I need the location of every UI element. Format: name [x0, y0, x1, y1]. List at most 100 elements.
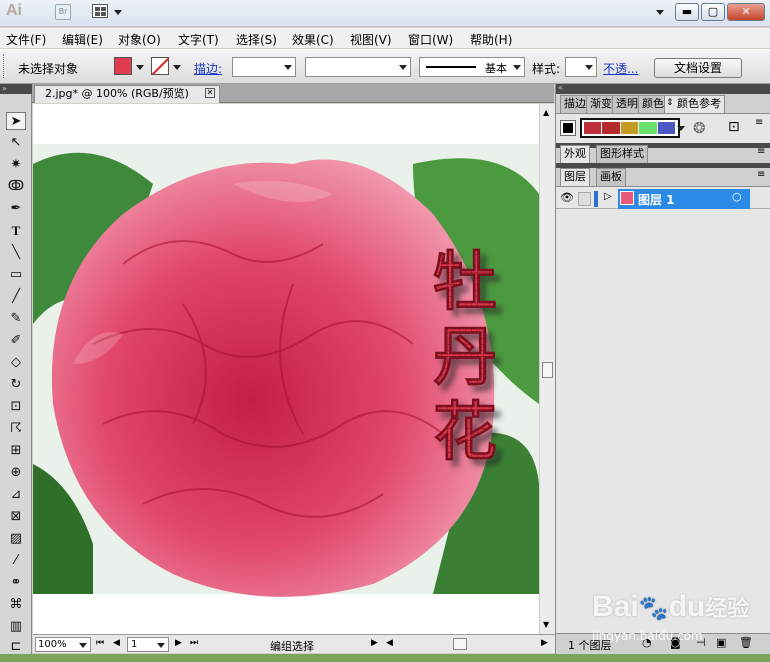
fill-chevron-down-icon[interactable] [136, 65, 144, 70]
tab-artboards[interactable]: 画板 [596, 168, 626, 186]
layer-row[interactable]: 👁 ▷ 图层 1 ○ [556, 189, 770, 209]
first-page-icon[interactable]: ⏮ [96, 638, 104, 648]
scroll-up-icon[interactable]: ▲ [543, 108, 549, 117]
horizontal-scroll-thumb[interactable] [453, 638, 467, 650]
brush-label: 基本 [485, 62, 507, 75]
menu-file[interactable]: 文件(F) [6, 31, 46, 48]
tools-collapse-icon[interactable]: » [0, 84, 32, 94]
paintbrush-tool-icon[interactable]: ╱ [6, 288, 26, 306]
harmony-swatch[interactable] [602, 122, 621, 134]
selection-tool-icon[interactable]: ➤ [6, 112, 26, 130]
document-tab[interactable]: 2.jpg* @ 100% (RGB/预览) [34, 85, 220, 103]
vertical-scrollbar[interactable]: ▲ ▼ [539, 104, 555, 634]
zoom-field[interactable]: 100% [35, 637, 91, 652]
harmony-swatch[interactable] [584, 122, 603, 134]
artboard-canvas[interactable]: 牡 丹 花 [33, 104, 539, 634]
layer-color-indicator [594, 191, 598, 207]
harmony-swatch[interactable] [639, 122, 658, 134]
opacity-link[interactable]: 不透... [603, 60, 638, 77]
eraser-tool-icon[interactable]: ◇ [6, 354, 26, 372]
close-tab-icon[interactable]: ✕ [205, 88, 215, 98]
status-menu-icon[interactable]: ▶ [371, 638, 378, 648]
scale-tool-icon[interactable]: ⊡ [6, 398, 26, 416]
page-field[interactable]: 1 [127, 637, 169, 652]
status-mode[interactable]: 编组选择 [270, 638, 314, 654]
dock-expand-icon[interactable]: « [558, 83, 563, 92]
harmony-swatch[interactable] [620, 122, 640, 134]
lock-toggle[interactable] [578, 192, 591, 206]
expand-triangle-icon[interactable]: ▷ [604, 191, 612, 202]
column-graph-tool-icon[interactable]: ▥ [6, 618, 26, 636]
pen-tool-icon[interactable]: ✒ [6, 200, 26, 218]
document-setup-button[interactable]: 文档设置 [654, 58, 742, 78]
scroll-right-icon[interactable]: ▶ [541, 638, 548, 648]
eyedropper-tool-icon[interactable]: ⁄ [6, 552, 26, 570]
pencil-tool-icon[interactable]: ✎ [6, 310, 26, 328]
next-page-icon[interactable]: ▶ [175, 638, 182, 648]
vertical-scroll-thumb[interactable] [542, 362, 553, 378]
save-swatches-icon[interactable]: ⊡ [728, 119, 740, 135]
harmony-swatches[interactable] [580, 118, 680, 138]
menu-select[interactable]: 选择(S) [236, 31, 277, 48]
tab-graphic-styles[interactable]: 图形样式 [596, 145, 648, 163]
shape-builder-tool-icon[interactable]: ⊕ [6, 464, 26, 482]
direct-selection-tool-icon[interactable]: ↖ [6, 134, 26, 152]
minimize-button[interactable]: ▬ [675, 3, 699, 21]
tab-appearance[interactable]: 外观 [560, 145, 590, 163]
scroll-left-icon[interactable]: ◀ [386, 638, 393, 648]
panel-menu-icon[interactable]: ≡ [755, 117, 763, 128]
menu-view[interactable]: 视图(V) [350, 31, 392, 48]
blob-brush-tool-icon[interactable]: ✐ [6, 332, 26, 350]
prev-page-icon[interactable]: ◀ [113, 638, 120, 648]
menu-help[interactable]: 帮助(H) [470, 31, 512, 48]
stroke-label[interactable]: 描边: [194, 60, 222, 77]
stroke-chevron-down-icon[interactable] [173, 65, 181, 70]
line-tool-icon[interactable]: ╲ [6, 244, 26, 262]
harmony-chevron-down-icon[interactable] [677, 126, 685, 131]
style-field[interactable] [565, 57, 597, 77]
lasso-tool-icon[interactable]: ↂ [6, 178, 26, 196]
close-button[interactable]: ✕ [727, 3, 765, 21]
blend-tool-icon[interactable]: ⚭ [6, 574, 26, 592]
menu-edit[interactable]: 编辑(E) [62, 31, 103, 48]
eye-icon[interactable]: 👁 [560, 191, 574, 204]
menu-object[interactable]: 对象(O) [118, 31, 161, 48]
warp-tool-icon[interactable]: ☈ [6, 420, 26, 438]
fill-color-swatch[interactable] [114, 57, 132, 75]
new-layer-icon[interactable]: ▣ [716, 636, 726, 649]
rotate-tool-icon[interactable]: ↻ [6, 376, 26, 394]
last-page-icon[interactable]: ⏭ [190, 638, 198, 648]
target-circle-icon[interactable]: ○ [732, 190, 742, 203]
perspective-grid-tool-icon[interactable]: ⊿ [6, 486, 26, 504]
symbol-sprayer-tool-icon[interactable]: ⌘ [6, 596, 26, 614]
stroke-weight-field[interactable] [232, 57, 296, 77]
layer-name[interactable]: 图层 1 [638, 191, 675, 208]
type-tool-icon[interactable]: T [6, 222, 26, 240]
layers-panel: 👁 ▷ 图层 1 ○ [556, 186, 770, 633]
appearance-menu-icon[interactable]: ≡ [757, 146, 765, 157]
tab-layers[interactable]: 图层 [560, 168, 590, 186]
workspace-chevron-down-icon[interactable] [656, 10, 664, 15]
bridge-icon[interactable]: Br [55, 4, 71, 20]
menu-effect[interactable]: 效果(C) [292, 31, 334, 48]
free-transform-tool-icon[interactable]: ⊞ [6, 442, 26, 460]
mesh-tool-icon[interactable]: ⊠ [6, 508, 26, 526]
menu-type[interactable]: 文字(T) [178, 31, 219, 48]
harmony-swatch[interactable] [657, 122, 677, 134]
magic-wand-tool-icon[interactable]: ✷ [6, 156, 26, 174]
menu-window[interactable]: 窗口(W) [408, 31, 453, 48]
restore-button[interactable]: ▢ [701, 3, 725, 21]
stroke-none-swatch[interactable] [151, 57, 169, 75]
chevron-down-icon[interactable] [114, 10, 122, 15]
variable-width-field[interactable] [305, 57, 411, 77]
scroll-down-icon[interactable]: ▼ [543, 620, 549, 629]
artwork-char-3: 花 [433, 396, 497, 470]
arrange-documents-icon[interactable] [92, 4, 108, 18]
layers-menu-icon[interactable]: ≡ [757, 169, 765, 180]
rectangle-tool-icon[interactable]: ▭ [6, 266, 26, 284]
gradient-tool-icon[interactable]: ▨ [6, 530, 26, 548]
delete-layer-icon[interactable]: 🗑 [739, 636, 753, 649]
color-wheel-icon[interactable]: ❂ [693, 119, 706, 137]
base-color-swatch[interactable] [560, 120, 576, 136]
brush-definition-field[interactable]: 基本 [419, 57, 525, 77]
